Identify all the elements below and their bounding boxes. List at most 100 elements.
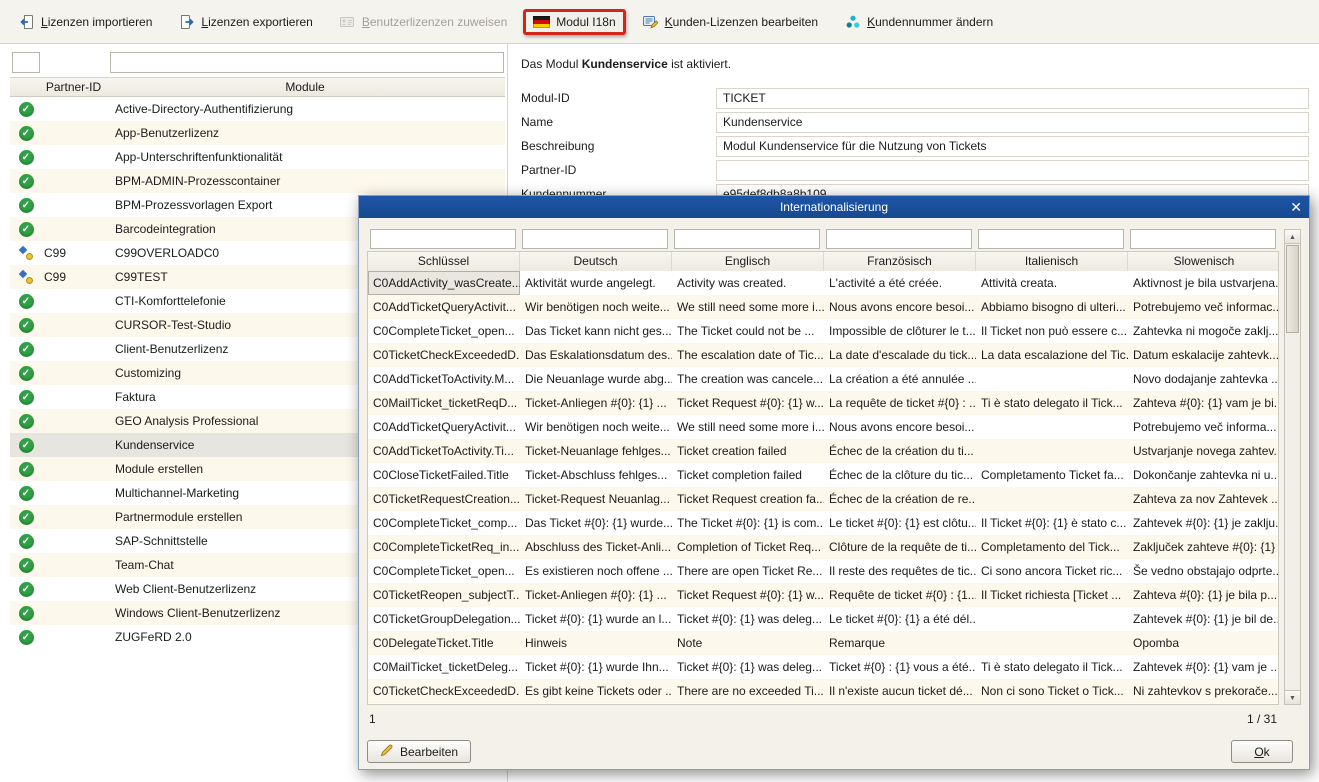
translation-cell[interactable]: Zahtevek #{0}: {1} vam je ... — [1128, 655, 1279, 679]
translation-cell[interactable]: La requête de ticket #{0} : ... — [824, 391, 976, 415]
dialog-title-bar[interactable]: Internationalisierung ✕ — [359, 196, 1309, 218]
module-column-header[interactable]: Module — [105, 78, 505, 97]
translation-cell[interactable]: Completamento Ticket fa... — [976, 463, 1128, 487]
translation-cell[interactable]: C0AddTicketToActivity.M... — [368, 367, 520, 391]
translation-cell[interactable]: Non ci sono Ticket o Tick... — [976, 679, 1128, 703]
translation-cell[interactable]: Remarque — [824, 631, 976, 655]
translation-row[interactable]: C0DelegateTicket.TitleHinweisNoteRemarqu… — [368, 631, 1278, 655]
scrollbar-thumb[interactable] — [1286, 245, 1299, 333]
translation-cell[interactable]: Requête de ticket #{0} : {1... — [824, 583, 976, 607]
translation-cell[interactable]: We still need some more i... — [672, 295, 824, 319]
translation-cell[interactable]: Ticket #{0}: {1} was deleg... — [672, 655, 824, 679]
translation-cell[interactable]: Ticket-Anliegen #{0}: {1} ... — [520, 583, 672, 607]
vertical-scrollbar[interactable] — [1284, 229, 1301, 705]
module-row[interactable]: Active-Directory-Authentifizierung — [10, 97, 505, 121]
translation-cell[interactable]: C0CompleteTicketReq_in... — [368, 535, 520, 559]
translation-row[interactable]: C0CompleteTicket_comp...Das Ticket #{0}:… — [368, 511, 1278, 535]
translation-cell[interactable]: Il Ticket richiesta [Ticket ... — [976, 583, 1128, 607]
translation-cell[interactable]: Potrebujemo več informa... — [1128, 415, 1279, 439]
translation-cell[interactable] — [976, 607, 1128, 631]
translation-cell[interactable]: C0AddTicketToActivity.Ti... — [368, 439, 520, 463]
edit-button[interactable]: Bearbeiten — [367, 740, 471, 763]
translation-cell[interactable]: Échec de la clôture du tic... — [824, 463, 976, 487]
translation-cell[interactable]: The creation was cancele... — [672, 367, 824, 391]
translation-row[interactable]: C0CompleteTicket_open...Es existieren no… — [368, 559, 1278, 583]
field-value[interactable]: Modul Kundenservice für die Nutzung von … — [716, 136, 1309, 157]
field-value[interactable] — [716, 160, 1309, 181]
translation-cell[interactable]: C0TicketCheckExceededD... — [368, 679, 520, 703]
translation-cell[interactable]: Es existieren noch offene ... — [520, 559, 672, 583]
dialog-column-header[interactable]: Schlüssel — [368, 252, 520, 271]
assign-user-licenses-button[interactable]: Benutzerlizenzen zuweisen — [329, 8, 517, 36]
translation-row[interactable]: C0TicketGroupDelegation...Ticket #{0}: {… — [368, 607, 1278, 631]
dialog-column-header[interactable]: Italienisch — [976, 252, 1128, 271]
dialog-filter-input-4[interactable] — [978, 229, 1124, 249]
dialog-filter-input-3[interactable] — [826, 229, 972, 249]
translation-cell[interactable]: Ticket #{0}: {1} wurde an l... — [520, 607, 672, 631]
translation-cell[interactable]: There are no exceeded Ti... — [672, 679, 824, 703]
translation-cell[interactable]: There are open Ticket Re... — [672, 559, 824, 583]
translation-cell[interactable]: The Ticket #{0}: {1} is com... — [672, 511, 824, 535]
translation-cell[interactable]: Ticket-Abschluss fehlges... — [520, 463, 672, 487]
translation-cell[interactable]: L'activité a été créée. — [824, 271, 976, 295]
translation-cell[interactable] — [976, 631, 1128, 655]
field-value[interactable]: TICKET — [716, 88, 1309, 109]
translation-row[interactable]: C0AddTicketQueryActivit...Wir benötigen … — [368, 295, 1278, 319]
translation-cell[interactable]: C0CompleteTicket_open... — [368, 319, 520, 343]
translation-row[interactable]: C0CompleteTicketReq_in...Abschluss des T… — [368, 535, 1278, 559]
translation-cell[interactable]: Aktivnost je bila ustvarjena. — [1128, 271, 1279, 295]
translation-cell[interactable]: Attività creata. — [976, 271, 1128, 295]
scroll-up-icon[interactable] — [1284, 229, 1301, 244]
translation-cell[interactable]: Opomba — [1128, 631, 1279, 655]
translation-cell[interactable]: The escalation date of Tic... — [672, 343, 824, 367]
translation-cell[interactable]: Aktivität wurde angelegt. — [520, 271, 672, 295]
translation-cell[interactable]: Ti è stato delegato il Tick... — [976, 655, 1128, 679]
translation-cell[interactable]: Ticket Request creation fa... — [672, 487, 824, 511]
translation-cell[interactable]: C0AddTicketQueryActivit... — [368, 415, 520, 439]
translation-cell[interactable] — [976, 487, 1128, 511]
translation-cell[interactable]: Abbiamo bisogno di ulteri... — [976, 295, 1128, 319]
dialog-column-header[interactable]: Slowenisch — [1128, 252, 1280, 271]
translation-row[interactable]: C0TicketCheckExceededD...Es gibt keine T… — [368, 679, 1278, 703]
module-row[interactable]: BPM-ADMIN-Prozesscontainer — [10, 169, 505, 193]
translation-cell[interactable]: Ticket #{0} : {1} vous a été... — [824, 655, 976, 679]
translation-cell[interactable]: Zahteva #{0}: {1} je bila p... — [1128, 583, 1279, 607]
translation-cell[interactable]: C0AddActivity_wasCreate... — [368, 271, 520, 295]
translation-cell[interactable]: Ustvarjanje novega zahtev... — [1128, 439, 1279, 463]
translation-cell[interactable]: Il Ticket non può essere c... — [976, 319, 1128, 343]
translation-cell[interactable]: Hinweis — [520, 631, 672, 655]
translation-row[interactable]: C0TicketReopen_subjectT...Ticket-Anliege… — [368, 583, 1278, 607]
translation-cell[interactable] — [976, 415, 1128, 439]
translation-row[interactable]: C0TicketCheckExceededD...Das Eskalations… — [368, 343, 1278, 367]
ok-button[interactable]: Ok — [1231, 740, 1293, 763]
translation-row[interactable]: C0MailTicket_ticketDeleg...Ticket #{0}: … — [368, 655, 1278, 679]
translation-row[interactable]: C0CloseTicketFailed.TitleTicket-Abschlus… — [368, 463, 1278, 487]
translation-cell[interactable]: Wir benötigen noch weite... — [520, 295, 672, 319]
translation-cell[interactable]: C0TicketReopen_subjectT... — [368, 583, 520, 607]
translation-cell[interactable]: Échec de la création de re... — [824, 487, 976, 511]
translation-cell[interactable]: La data escalazione del Tic... — [976, 343, 1128, 367]
dialog-column-header[interactable]: Deutsch — [520, 252, 672, 271]
translation-cell[interactable]: Ticket completion failed — [672, 463, 824, 487]
translation-cell[interactable]: We still need some more i... — [672, 415, 824, 439]
translation-cell[interactable]: Zahtevka ni mogoče zaklj... — [1128, 319, 1279, 343]
export-licenses-button[interactable]: Lizenzen exportieren — [168, 8, 322, 36]
module-row[interactable]: App-Unterschriftenfunktionalität — [10, 145, 505, 169]
translation-cell[interactable]: Note — [672, 631, 824, 655]
dialog-filter-input-5[interactable] — [1130, 229, 1276, 249]
close-icon[interactable]: ✕ — [1290, 196, 1302, 218]
translation-cell[interactable]: Das Eskalationsdatum des... — [520, 343, 672, 367]
dialog-filter-input-0[interactable] — [370, 229, 516, 249]
module-name-filter-input[interactable] — [110, 52, 504, 73]
translation-cell[interactable]: Zahtevek #{0}: {1} je zaklju... — [1128, 511, 1279, 535]
translation-cell[interactable]: Zahteva #{0}: {1} vam je bi... — [1128, 391, 1279, 415]
translation-row[interactable]: C0AddTicketToActivity.M...Die Neuanlage … — [368, 367, 1278, 391]
translation-cell[interactable]: Ticket creation failed — [672, 439, 824, 463]
translation-cell[interactable]: Activity was created. — [672, 271, 824, 295]
translation-cell[interactable]: C0MailTicket_ticketReqD... — [368, 391, 520, 415]
translation-row[interactable]: C0AddActivity_wasCreate...Aktivität wurd… — [368, 271, 1278, 295]
translation-cell[interactable]: Ticket-Anliegen #{0}: {1} ... — [520, 391, 672, 415]
translation-cell[interactable]: C0CompleteTicket_comp... — [368, 511, 520, 535]
translation-cell[interactable]: Das Ticket #{0}: {1} wurde... — [520, 511, 672, 535]
translation-cell[interactable]: Il Ticket #{0}: {1} è stato c... — [976, 511, 1128, 535]
